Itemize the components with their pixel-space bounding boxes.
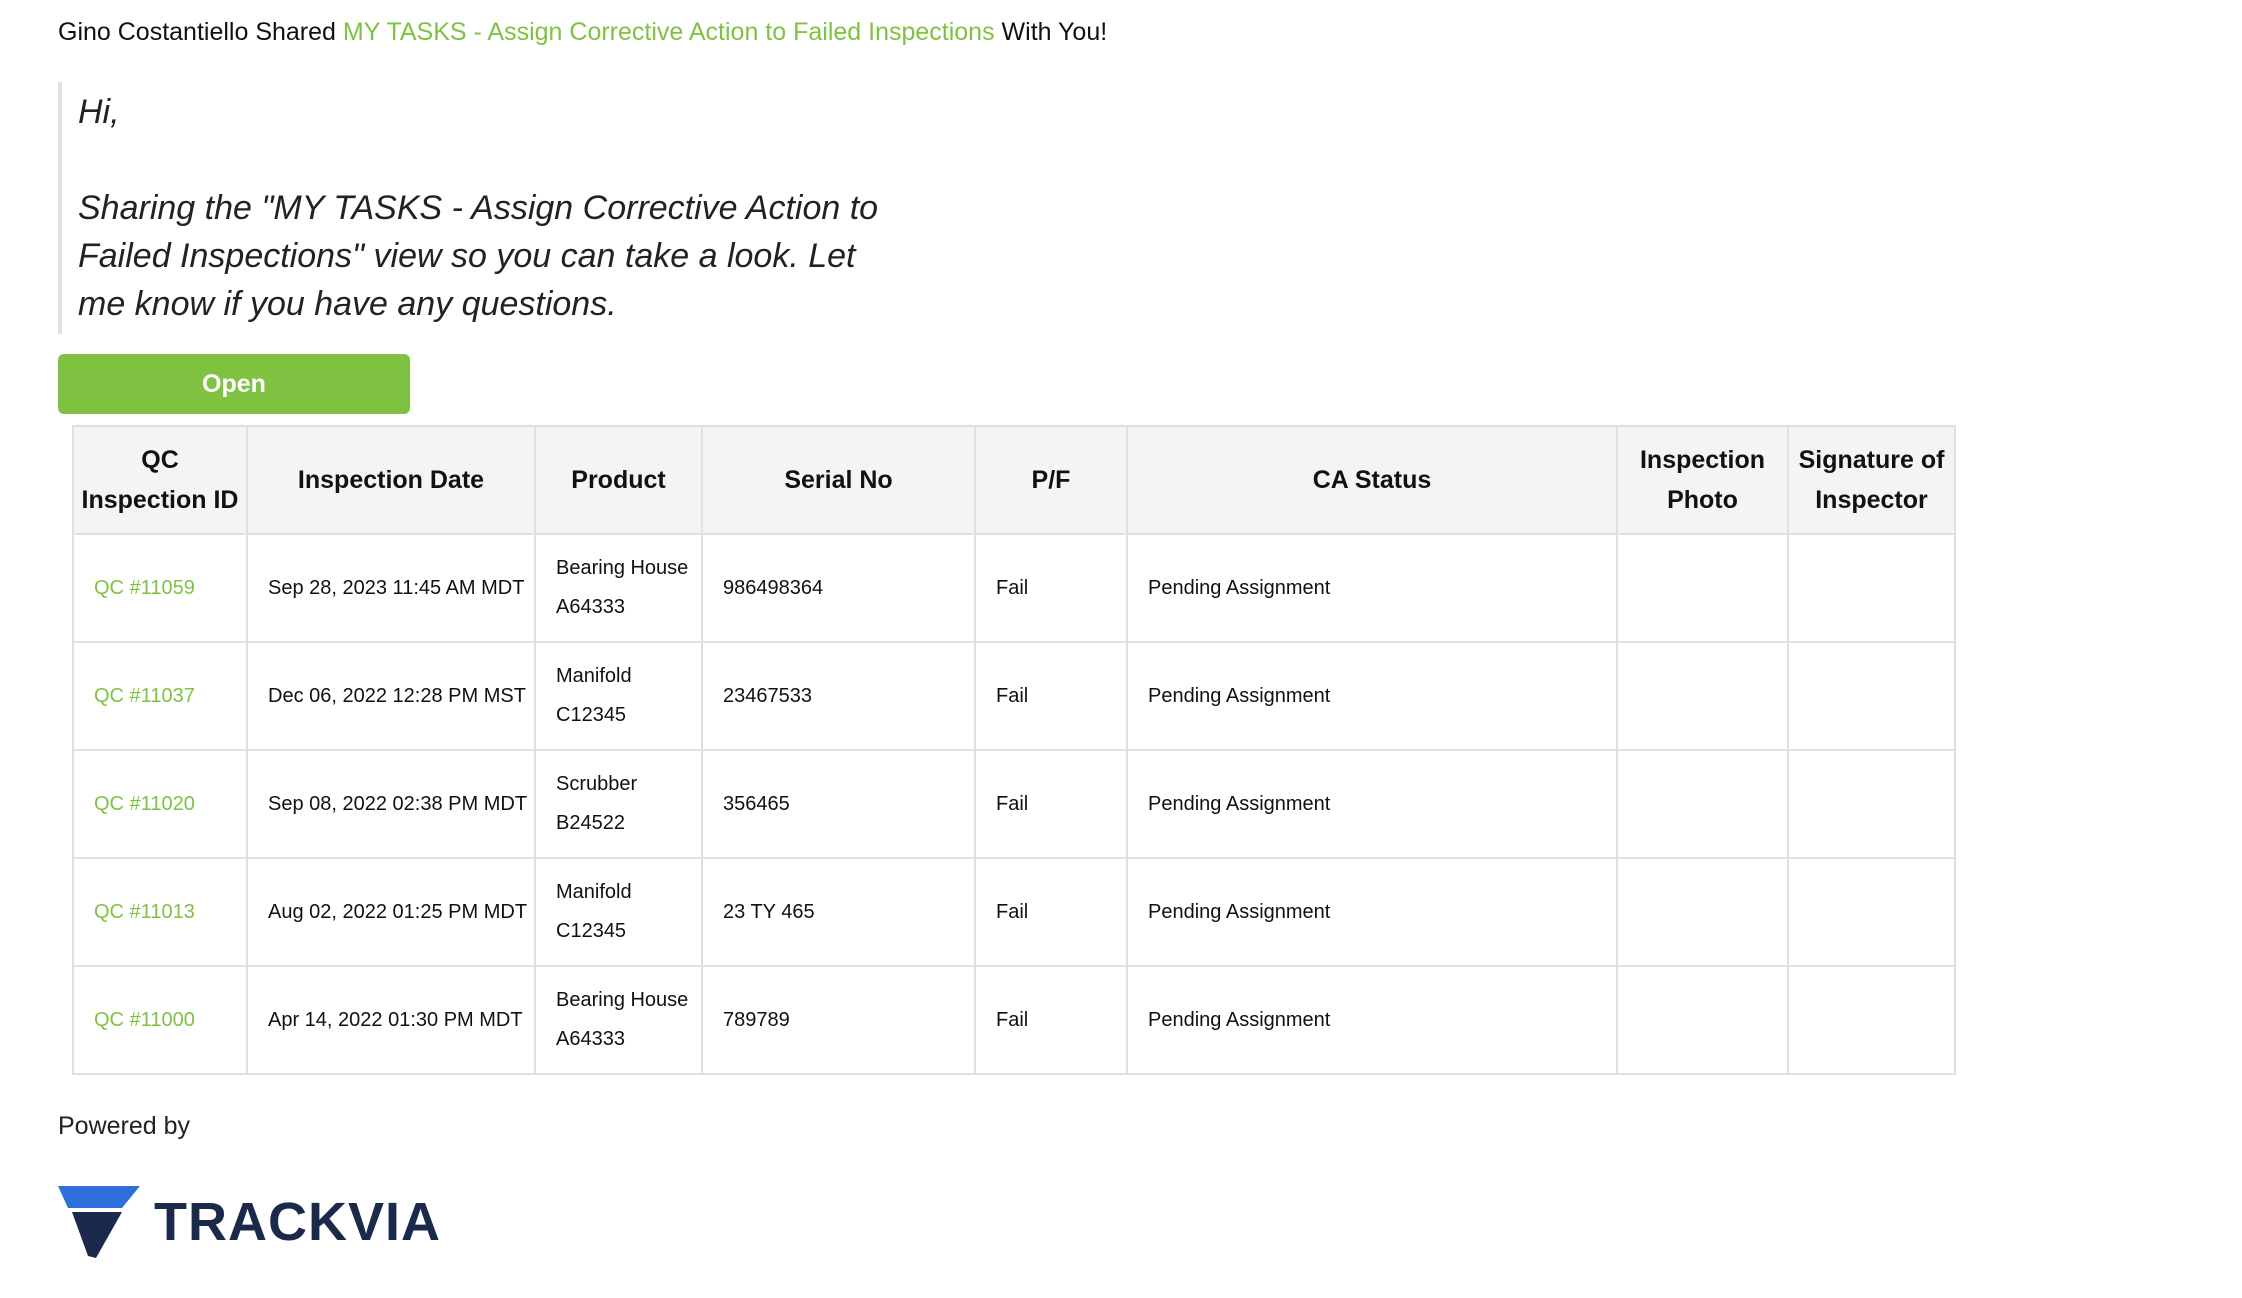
share-suffix: With You! — [1001, 18, 1108, 46]
product-code: B24522 — [556, 812, 625, 834]
qc-inspection-link[interactable]: QC #11059 — [94, 577, 195, 599]
serial-no-cell: 23 TY 465 — [701, 857, 976, 967]
qc-id-cell: QC #11037 — [72, 641, 248, 751]
product-name: Scrubber — [556, 773, 638, 795]
trackvia-wordmark: TRACKVIA — [154, 1192, 441, 1252]
qc-inspection-link[interactable]: QC #11000 — [94, 1009, 195, 1031]
header-pass-fail: P/F — [974, 425, 1128, 535]
product-code: A64333 — [556, 1028, 625, 1050]
qc-inspection-link[interactable]: QC #11020 — [94, 793, 195, 815]
ca-status-cell: Pending Assignment — [1126, 965, 1618, 1075]
message-body: Sharing the "MY TASKS - Assign Correctiv… — [78, 189, 879, 323]
header-signature-of-inspector: Signature of Inspector — [1787, 425, 1956, 535]
signature-cell — [1787, 641, 1956, 751]
signature-cell — [1787, 857, 1956, 967]
product-code: C12345 — [556, 920, 627, 942]
product-code: A64333 — [556, 596, 625, 618]
trackvia-logo-icon — [58, 1186, 140, 1258]
product-cell: Scrubber B24522 — [534, 749, 703, 859]
pass-fail-cell: Fail — [974, 965, 1128, 1075]
serial-no-cell: 23467533 — [701, 641, 976, 751]
inspection-photo-cell — [1616, 533, 1789, 643]
message-greeting: Hi, — [78, 93, 120, 131]
pass-fail-cell: Fail — [974, 749, 1128, 859]
pass-fail-cell: Fail — [974, 857, 1128, 967]
ca-status-cell: Pending Assignment — [1126, 749, 1618, 859]
share-message: Hi, Sharing the "MY TASKS - Assign Corre… — [58, 82, 908, 334]
open-button[interactable]: Open — [58, 354, 410, 414]
inspection-photo-cell — [1616, 857, 1789, 967]
table-row: QC #11000 Apr 14, 2022 01:30 PM MDT Bear… — [72, 965, 1956, 1075]
table-row: QC #11037 Dec 06, 2022 12:28 PM MST Mani… — [72, 641, 1956, 751]
qc-id-cell: QC #11020 — [72, 749, 248, 859]
inspection-date-cell: Apr 14, 2022 01:30 PM MDT — [246, 965, 536, 1075]
table-header-row: QC Inspection ID Inspection Date Product… — [72, 425, 1956, 535]
sharer-text: Gino Costantiello Shared — [58, 18, 336, 46]
table-row: QC #11013 Aug 02, 2022 01:25 PM MDT Mani… — [72, 857, 1956, 967]
header-inspection-date: Inspection Date — [246, 425, 536, 535]
header-serial-no: Serial No — [701, 425, 976, 535]
ca-status-cell: Pending Assignment — [1126, 857, 1618, 967]
ca-status-cell: Pending Assignment — [1126, 641, 1618, 751]
pass-fail-cell: Fail — [974, 641, 1128, 751]
signature-cell — [1787, 749, 1956, 859]
inspection-photo-cell — [1616, 641, 1789, 751]
product-code: C12345 — [556, 704, 627, 726]
product-cell: Manifold C12345 — [534, 857, 703, 967]
table-row: QC #11059 Sep 28, 2023 11:45 AM MDT Bear… — [72, 533, 1956, 643]
serial-no-cell: 789789 — [701, 965, 976, 1075]
inspections-table: QC Inspection ID Inspection Date Product… — [72, 425, 1956, 1075]
serial-no-cell: 356465 — [701, 749, 976, 859]
share-header: Gino Costantiello Shared MY TASKS - Assi… — [58, 18, 1107, 47]
product-cell: Bearing House A64333 — [534, 965, 703, 1075]
product-cell: Manifold C12345 — [534, 641, 703, 751]
ca-status-cell: Pending Assignment — [1126, 533, 1618, 643]
inspection-date-cell: Sep 08, 2022 02:38 PM MDT — [246, 749, 536, 859]
product-name: Manifold — [556, 881, 632, 903]
qc-id-cell: QC #11000 — [72, 965, 248, 1075]
product-cell: Bearing House A64333 — [534, 533, 703, 643]
header-ca-status: CA Status — [1126, 425, 1618, 535]
qc-id-cell: QC #11013 — [72, 857, 248, 967]
inspection-photo-cell — [1616, 965, 1789, 1075]
product-name: Bearing House — [556, 557, 689, 579]
product-name: Manifold — [556, 665, 632, 687]
inspection-date-cell: Dec 06, 2022 12:28 PM MST — [246, 641, 536, 751]
signature-cell — [1787, 533, 1956, 643]
qc-id-cell: QC #11059 — [72, 533, 248, 643]
header-product: Product — [534, 425, 703, 535]
qc-inspection-link[interactable]: QC #11013 — [94, 901, 195, 923]
pass-fail-cell: Fail — [974, 533, 1128, 643]
header-inspection-photo: Inspection Photo — [1616, 425, 1789, 535]
table-row: QC #11020 Sep 08, 2022 02:38 PM MDT Scru… — [72, 749, 1956, 859]
inspection-date-cell: Aug 02, 2022 01:25 PM MDT — [246, 857, 536, 967]
inspection-date-cell: Sep 28, 2023 11:45 AM MDT — [246, 533, 536, 643]
header-qc-inspection-id: QC Inspection ID — [72, 425, 248, 535]
serial-no-cell: 986498364 — [701, 533, 976, 643]
product-name: Bearing House — [556, 989, 689, 1011]
shared-view-link[interactable]: MY TASKS - Assign Corrective Action to F… — [343, 18, 995, 46]
powered-by-text: Powered by — [58, 1112, 191, 1140]
inspection-photo-cell — [1616, 749, 1789, 859]
signature-cell — [1787, 965, 1956, 1075]
trackvia-logo: TRACKVIA — [58, 1186, 441, 1258]
qc-inspection-link[interactable]: QC #11037 — [94, 685, 195, 707]
